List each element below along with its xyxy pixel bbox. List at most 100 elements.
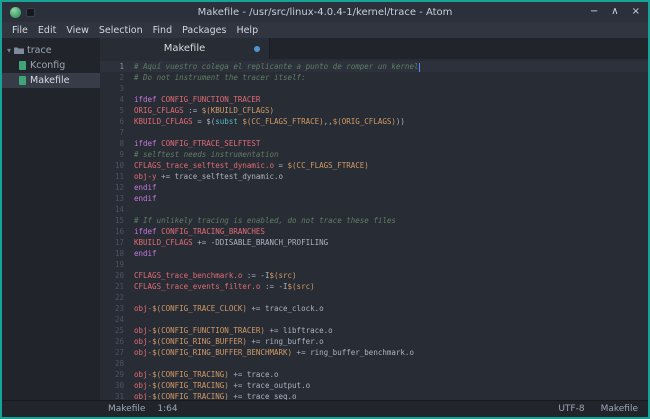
line-number: 28 (114, 359, 124, 368)
code-line[interactable]: 11 obj-y += trace_selftest_dynamic.o (100, 171, 648, 182)
status-left: Makefile 1:64 (12, 404, 178, 414)
close-button[interactable]: × (632, 7, 640, 17)
status-encoding[interactable]: UTF-8 (558, 404, 584, 414)
code-text: obj-$(CONFIG_TRACING) += trace_output.o (134, 381, 311, 390)
code-text: KBUILD_CFLAGS = $(subst $(CC_FLAGS_FTRAC… (134, 117, 405, 126)
line-number: 6 (119, 117, 124, 126)
code-line[interactable]: 5 ORIG_CFLAGS := $(KBUILD_CFLAGS) (100, 105, 648, 116)
menu-selection[interactable]: Selection (94, 25, 148, 36)
code-text: obj-$(CONFIG_RING_BUFFER_BENCHMARK) += r… (134, 348, 414, 357)
menu-file[interactable]: File (7, 25, 33, 36)
status-file-name[interactable]: Makefile (108, 404, 145, 414)
tab-makefile[interactable]: Makefile (100, 38, 270, 59)
menu-find[interactable]: Find (148, 25, 177, 36)
code-line[interactable]: 24 (100, 314, 648, 325)
code-line[interactable]: 27 obj-$(CONFIG_RING_BUFFER_BENCHMARK) +=… (100, 347, 648, 358)
line-number: 9 (119, 150, 124, 159)
maximize-button[interactable]: ∧ (611, 7, 618, 17)
tab-label: Makefile (163, 43, 206, 54)
code-line[interactable]: 6 KBUILD_CFLAGS = $(subst $(CC_FLAGS_FTRA… (100, 116, 648, 127)
code-line[interactable]: 31 obj-$(CONFIG_TRACING) += trace_seq.o (100, 391, 648, 400)
atom-app-icon (10, 6, 21, 18)
line-number: 4 (119, 95, 124, 104)
modified-indicator[interactable] (254, 46, 260, 52)
status-right: UTF-8 Makefile (558, 404, 638, 414)
tree-view: ▾ trace Kconfig Makefile (2, 38, 100, 400)
code-line[interactable]: 21 CFLAGS_trace_events_filter.o := -I$(sr… (100, 281, 648, 292)
menu-packages[interactable]: Packages (177, 25, 231, 36)
code-line[interactable]: 18 endif (100, 248, 648, 259)
code-line[interactable]: 29 obj-$(CONFIG_TRACING) += trace.o (100, 369, 648, 380)
code-line[interactable]: 23 obj-$(CONFIG_TRACE_CLOCK) += trace_clo… (100, 303, 648, 314)
code-text: # Do not instrument the tracer itself: (134, 73, 306, 82)
code-line[interactable]: 4 ifdef CONFIG_FUNCTION_TRACER (100, 94, 648, 105)
menu-view[interactable]: View (61, 25, 94, 36)
code-line[interactable]: 19 (100, 259, 648, 270)
code-line[interactable]: 12 endif (100, 182, 648, 193)
code-text: obj-$(CONFIG_TRACING) += trace_seq.o (134, 392, 297, 400)
code-line[interactable]: 20 CFLAGS_trace_benchmark.o := -I$(src) (100, 270, 648, 281)
tab-bar: Makefile (100, 38, 648, 59)
code-text: obj-$(CONFIG_RING_BUFFER) += ring_buffer… (134, 337, 324, 346)
code-line[interactable]: 3 (100, 83, 648, 94)
code-text: obj-y += trace_selftest_dynamic.o (134, 172, 284, 181)
tree-root-folder[interactable]: ▾ trace (2, 42, 100, 58)
line-number: 5 (119, 106, 124, 115)
line-number: 8 (119, 139, 124, 148)
code-line[interactable]: 7 (100, 127, 648, 138)
menu-help[interactable]: Help (231, 25, 263, 36)
title-bar: Makefile - /usr/src/linux-4.0.4-1/kernel… (2, 2, 648, 22)
minimize-button[interactable]: − (590, 7, 598, 17)
code-line[interactable]: 28 (100, 358, 648, 369)
tree-item-makefile[interactable]: Makefile (2, 73, 100, 88)
line-number: 10 (114, 161, 124, 170)
code-line[interactable]: 2 # Do not instrument the tracer itself: (100, 72, 648, 83)
chevron-down-icon: ▾ (7, 45, 12, 55)
line-number: 21 (114, 282, 124, 291)
code-line[interactable]: 30 obj-$(CONFIG_TRACING) += trace_output.… (100, 380, 648, 391)
line-number: 13 (114, 194, 124, 203)
editor-lines: 1 # Aquí vuestro colega el replicante a p… (100, 61, 648, 400)
code-line[interactable]: 14 (100, 204, 648, 215)
line-number: 31 (114, 392, 124, 400)
code-line[interactable]: 22 (100, 292, 648, 303)
code-line[interactable]: 13 endif (100, 193, 648, 204)
line-number: 25 (114, 326, 124, 335)
window-title: Makefile - /usr/src/linux-4.0.4-1/kernel… (197, 6, 453, 18)
code-line[interactable]: 9 # selftest needs instrumentation (100, 149, 648, 160)
code-text: endif (134, 194, 157, 203)
code-text: CFLAGS_trace_selftest_dynamic.o = $(CC_F… (134, 161, 369, 170)
line-number: 20 (114, 271, 124, 280)
editor[interactable]: 1 # Aquí vuestro colega el replicante a p… (100, 59, 648, 400)
tree-item-kconfig[interactable]: Kconfig (2, 58, 100, 73)
code-line[interactable]: 1 # Aquí vuestro colega el replicante a p… (100, 61, 648, 72)
status-cursor-position[interactable]: 1:64 (157, 404, 177, 414)
window-pin-icon (26, 7, 35, 17)
code-line[interactable]: 15 # If unlikely tracing is enabled, do n… (100, 215, 648, 226)
code-text: obj-$(CONFIG_FUNCTION_TRACER) += libftra… (134, 326, 333, 335)
tree-item-label: Kconfig (30, 60, 66, 71)
code-line[interactable]: 8 ifdef CONFIG_FTRACE_SELFTEST (100, 138, 648, 149)
line-number: 3 (119, 84, 124, 93)
code-line[interactable]: 25 obj-$(CONFIG_FUNCTION_TRACER) += libft… (100, 325, 648, 336)
status-grammar[interactable]: Makefile (601, 404, 638, 414)
file-icon (19, 76, 26, 85)
line-number: 30 (114, 381, 124, 390)
code-text: endif (134, 183, 157, 192)
menu-edit[interactable]: Edit (33, 25, 61, 36)
tree-item-label: Makefile (30, 75, 70, 86)
window-controls: − ∧ × (550, 7, 640, 17)
code-line[interactable]: 16 ifdef CONFIG_TRACING_BRANCHES (100, 226, 648, 237)
code-line[interactable]: 26 obj-$(CONFIG_RING_BUFFER) += ring_buff… (100, 336, 648, 347)
code-line[interactable]: 10 CFLAGS_trace_selftest_dynamic.o = $(CC… (100, 160, 648, 171)
file-icon (19, 61, 26, 70)
tree-files: Kconfig Makefile (2, 58, 100, 88)
code-text: ifdef CONFIG_FTRACE_SELFTEST (134, 139, 261, 148)
code-line[interactable]: 17 KBUILD_CFLAGS += -DDISABLE_BRANCH_PROF… (100, 237, 648, 248)
main-area: ▾ trace Kconfig Makefile Makefile 1 # Aquí… (2, 38, 648, 400)
